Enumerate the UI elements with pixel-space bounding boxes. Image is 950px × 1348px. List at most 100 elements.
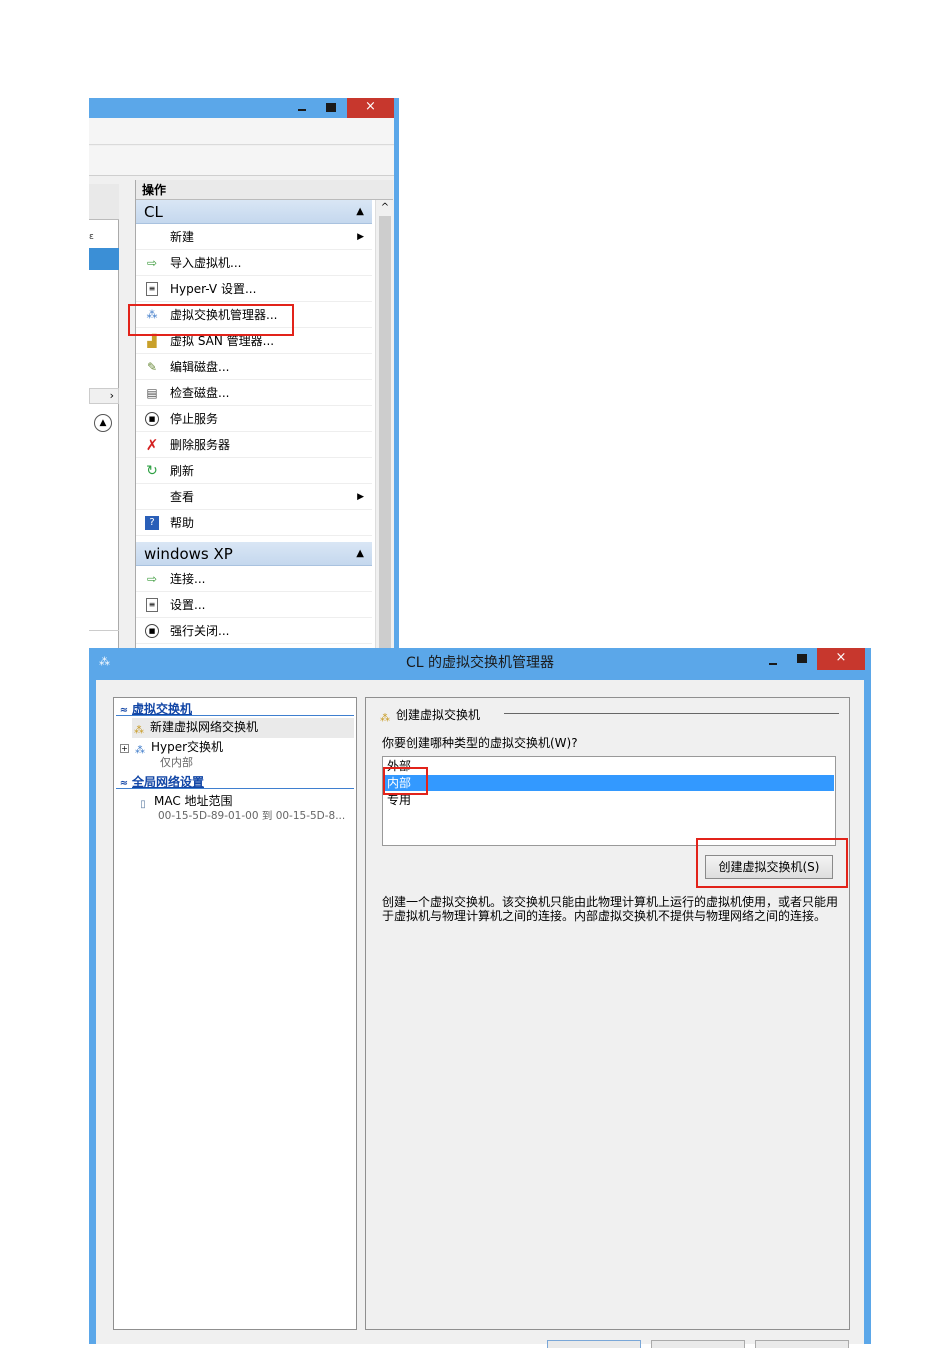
title-bar: × bbox=[89, 98, 394, 118]
action-inspect-disk[interactable]: ▤ 检查磁盘... bbox=[136, 380, 372, 406]
action-label: 连接... bbox=[170, 572, 206, 586]
section-title: windows XP bbox=[144, 545, 233, 563]
tree-item-label: 新建虚拟网络交换机 bbox=[150, 720, 259, 734]
tree-item-new-switch[interactable]: ⁂ 新建虚拟网络交换机 bbox=[132, 718, 354, 738]
tree-section-title: 全局网络设置 bbox=[132, 775, 205, 789]
action-label: 帮助 bbox=[170, 516, 195, 530]
switch-type-option-internal[interactable]: 内部 bbox=[384, 775, 834, 791]
ok-button[interactable] bbox=[547, 1340, 641, 1348]
action-connect[interactable]: ⇨ 连接... bbox=[136, 566, 372, 592]
action-help[interactable]: ? 帮助 bbox=[136, 510, 372, 536]
detail-pane: ⁂ 创建虚拟交换机 你要创建哪种类型的虚拟交换机(W)? 外部 内部 专用 创建虚… bbox=[365, 697, 850, 1330]
close-icon: × bbox=[835, 650, 847, 665]
submenu-arrow-icon: ▶ bbox=[357, 232, 364, 242]
close-button[interactable]: × bbox=[817, 648, 865, 670]
tree-item-subtext: 00-15-5D-89-01-00 到 00-15-5D-8... bbox=[158, 810, 346, 822]
group-title: ⁂ 创建虚拟交换机 bbox=[378, 706, 487, 726]
virtual-switch-manager-dialog: ⁂ CL 的虚拟交换机管理器 × ≈ 虚拟交换机 ⁂ 新建虚拟网络交换机 + ⁂ Hyp… bbox=[89, 648, 871, 1348]
tree-item-label: Hyper交换机 bbox=[151, 740, 224, 754]
action-label: 刷新 bbox=[170, 464, 195, 478]
hyper-v-manager-window: × ɛ › ▲ 操作 CL ▲ 新建 ▶ ⇨ 导入虚拟机... ≡ Hyper-… bbox=[89, 98, 399, 650]
connect-icon: ⇨ bbox=[146, 572, 158, 586]
highlight-box bbox=[383, 767, 428, 795]
collapse-icon[interactable]: ≈ bbox=[116, 778, 132, 789]
action-refresh[interactable]: ↻ 刷新 bbox=[136, 458, 372, 484]
action-label: 新建 bbox=[170, 230, 195, 244]
action-view[interactable]: 查看 ▶ bbox=[136, 484, 372, 510]
actions-header: 操作 bbox=[136, 180, 393, 200]
minimize-button[interactable] bbox=[294, 100, 310, 114]
action-label: 删除服务器 bbox=[170, 438, 231, 452]
action-label: 设置... bbox=[170, 598, 206, 612]
menu-bar bbox=[89, 118, 394, 145]
action-label: 强行关闭... bbox=[170, 624, 230, 638]
maximize-button[interactable] bbox=[793, 651, 809, 665]
action-label: 停止服务 bbox=[170, 412, 219, 426]
switch-type-option-external[interactable]: 外部 bbox=[384, 758, 834, 774]
edit-disk-icon: ✎ bbox=[146, 360, 158, 374]
action-label: 导入虚拟机... bbox=[170, 256, 242, 270]
close-icon: × bbox=[365, 99, 376, 114]
navigation-pane-header bbox=[89, 184, 119, 220]
collapse-icon[interactable]: ▲ bbox=[356, 542, 364, 566]
action-label: Hyper-V 设置... bbox=[170, 282, 257, 296]
section-title: CL bbox=[144, 203, 163, 221]
selected-vm-row[interactable] bbox=[89, 248, 119, 270]
tree-section-global-network[interactable]: ≈ 全局网络设置 bbox=[116, 773, 354, 789]
action-label: 编辑磁盘... bbox=[170, 360, 230, 374]
section-header-cl[interactable]: CL ▲ bbox=[136, 200, 372, 224]
new-switch-icon: ⁂ bbox=[380, 713, 390, 724]
action-edit-disk[interactable]: ✎ 编辑磁盘... bbox=[136, 354, 372, 380]
settings-doc-icon: ≡ bbox=[146, 282, 158, 296]
action-turn-off[interactable]: ■ 强行关闭... bbox=[136, 618, 372, 644]
truncated-text: ɛ bbox=[89, 232, 94, 242]
settings-icon: ≡ bbox=[146, 598, 158, 612]
apply-button[interactable] bbox=[755, 1340, 849, 1348]
maximize-button[interactable] bbox=[322, 100, 338, 114]
action-delete-server[interactable]: ✗ 删除服务器 bbox=[136, 432, 372, 458]
switch-type-question: 你要创建哪种类型的虚拟交换机(W)? bbox=[382, 736, 578, 750]
tree-section-title: 虚拟交换机 bbox=[132, 702, 193, 716]
scrollbar-thumb[interactable] bbox=[379, 216, 391, 650]
highlight-box bbox=[128, 304, 294, 336]
submenu-arrow-icon: ▶ bbox=[357, 492, 364, 502]
collapse-icon[interactable]: ▲ bbox=[356, 200, 364, 224]
network-switch-icon: ⁂ bbox=[135, 745, 145, 756]
group-divider bbox=[504, 713, 839, 714]
collapse-icon[interactable]: ≈ bbox=[116, 705, 132, 716]
navigation-pane: ɛ › ▲ bbox=[89, 184, 119, 650]
scroll-up-icon[interactable]: ^ bbox=[376, 200, 394, 216]
action-stop-service[interactable]: ■ 停止服务 bbox=[136, 406, 372, 432]
expand-icon[interactable]: + bbox=[120, 744, 129, 753]
switch-type-option-private[interactable]: 专用 bbox=[384, 792, 834, 808]
action-vm-settings[interactable]: ≡ 设置... bbox=[136, 592, 372, 618]
cancel-button[interactable] bbox=[651, 1340, 745, 1348]
tree-section-virtual-switches[interactable]: ≈ 虚拟交换机 bbox=[116, 700, 354, 716]
highlight-box bbox=[696, 838, 848, 888]
switch-type-listbox[interactable]: 外部 内部 专用 bbox=[382, 756, 836, 846]
switch-type-description: 创建一个虚拟交换机。该交换机只能由此物理计算机上运行的虚拟机使用，或者只能用于虚… bbox=[382, 895, 839, 923]
actions-scrollbar[interactable]: ^ bbox=[375, 200, 393, 650]
dialog-title-bar: ⁂ CL 的虚拟交换机管理器 × bbox=[89, 648, 871, 678]
turn-off-icon: ■ bbox=[145, 624, 159, 638]
tree-item-label: MAC 地址范围 bbox=[154, 794, 233, 808]
switch-tree: ≈ 虚拟交换机 ⁂ 新建虚拟网络交换机 + ⁂ Hyper交换机 仅内部 ≈ 全局网络设置… bbox=[113, 697, 357, 1330]
action-label: 虚拟 SAN 管理器... bbox=[170, 334, 275, 348]
help-icon: ? bbox=[145, 516, 159, 530]
tree-item-subtext: 仅内部 bbox=[160, 756, 193, 769]
group-title-label: 创建虚拟交换机 bbox=[396, 708, 481, 722]
import-vm-icon: ⇨ bbox=[146, 256, 158, 270]
close-button[interactable]: × bbox=[347, 98, 394, 118]
network-adapter-icon: ▯ bbox=[140, 799, 146, 810]
minimize-button[interactable] bbox=[765, 654, 781, 668]
scroll-right-button[interactable]: › bbox=[89, 388, 119, 404]
dialog-title: CL 的虚拟交换机管理器 bbox=[405, 655, 555, 671]
section-header-windows-xp[interactable]: windows XP ▲ bbox=[136, 542, 372, 566]
action-import-vm[interactable]: ⇨ 导入虚拟机... bbox=[136, 250, 372, 276]
expand-icon[interactable]: ▲ bbox=[94, 414, 112, 432]
inspect-disk-icon: ▤ bbox=[146, 386, 158, 400]
dialog-body: ≈ 虚拟交换机 ⁂ 新建虚拟网络交换机 + ⁂ Hyper交换机 仅内部 ≈ 全局网络设置… bbox=[96, 680, 864, 1348]
new-switch-icon: ⁂ bbox=[134, 725, 144, 736]
action-hyperv-settings[interactable]: ≡ Hyper-V 设置... bbox=[136, 276, 372, 302]
action-new[interactable]: 新建 ▶ bbox=[136, 224, 372, 250]
